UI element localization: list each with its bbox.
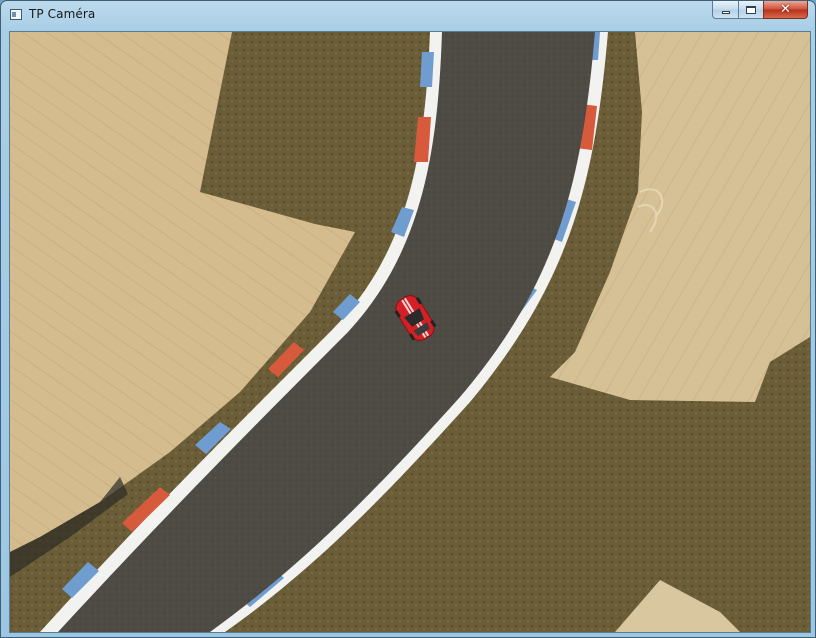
close-icon: ✕ — [780, 2, 791, 17]
minimize-icon — [721, 11, 730, 14]
scene-canvas — [10, 32, 810, 632]
maximize-icon — [746, 5, 756, 14]
window-title: TP Caméra — [29, 7, 96, 21]
app-window-icon[interactable] — [10, 9, 22, 20]
app-window: TP Caméra ✕ — [0, 0, 816, 638]
title-bar[interactable]: TP Caméra ✕ — [1, 1, 815, 30]
maximize-button[interactable] — [738, 1, 763, 19]
window-controls: ✕ — [712, 1, 808, 21]
game-viewport[interactable] — [9, 31, 811, 633]
minimize-button[interactable] — [712, 1, 738, 19]
close-button[interactable]: ✕ — [763, 1, 808, 19]
